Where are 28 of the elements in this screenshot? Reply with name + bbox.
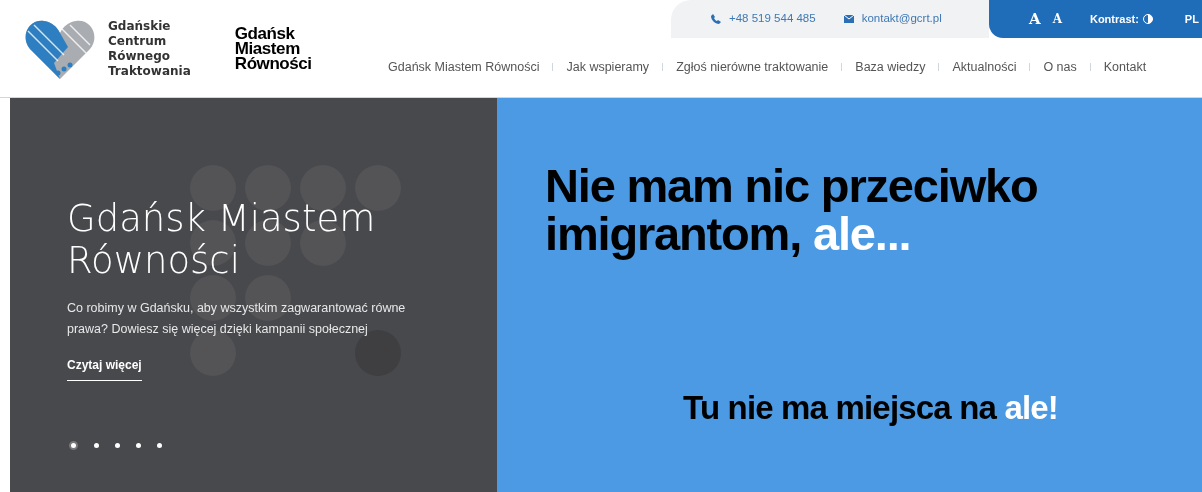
font-size-button[interactable]: A <box>1052 9 1062 28</box>
hero-description: Co robimy w Gdańsku, aby wszystkim zagwarantować równe prawa? Dowiesz się więcej dzięki kampanii społecznej <box>67 300 407 338</box>
mail-icon <box>843 14 854 23</box>
phone-icon <box>711 13 721 24</box>
banner-headline: Nie mam nic przeciwko imigrantom, ale... <box>545 162 1039 258</box>
hero-title: Gdańsk Miastem Równości <box>67 198 377 282</box>
banner-tagline: Tu nie ma miejsca na ale! <box>683 388 1059 428</box>
contrast-icon <box>1142 13 1153 24</box>
nav-link[interactable]: Gdańsk Miastem Równości <box>388 57 540 77</box>
language-button[interactable]: PL <box>1184 10 1199 28</box>
font-size-button[interactable]: A <box>1029 7 1041 31</box>
campaign-logo-text: Równości <box>234 56 312 71</box>
campaign-logo-text: Miastem <box>234 41 300 56</box>
email-link[interactable]: kontakt@gcrt.pl <box>861 10 942 28</box>
nav-link[interactable]: Kontakt <box>1103 57 1147 77</box>
campaign-logo-text: Gdańsk <box>234 26 295 41</box>
nav-link[interactable]: Jak wspieramy <box>566 57 650 77</box>
nav-link[interactable]: Baza wiedzy <box>855 57 926 77</box>
logo-text: Centrum <box>108 33 168 49</box>
read-more-link[interactable]: Czytaj więcej <box>67 356 142 381</box>
logo-text: Równego <box>108 48 172 64</box>
logo-text: Gdańskie <box>108 18 172 34</box>
nav-link[interactable]: O nas <box>1043 57 1077 77</box>
logo-text: Traktowania <box>108 63 191 79</box>
nav-link[interactable]: Aktualności <box>952 57 1017 77</box>
nav-link[interactable]: Zgłoś nierówne traktowanie <box>676 57 829 77</box>
phone-link[interactable]: +48 519 544 485 <box>729 10 816 28</box>
contrast-button[interactable]: Kontrast: <box>1089 10 1153 28</box>
